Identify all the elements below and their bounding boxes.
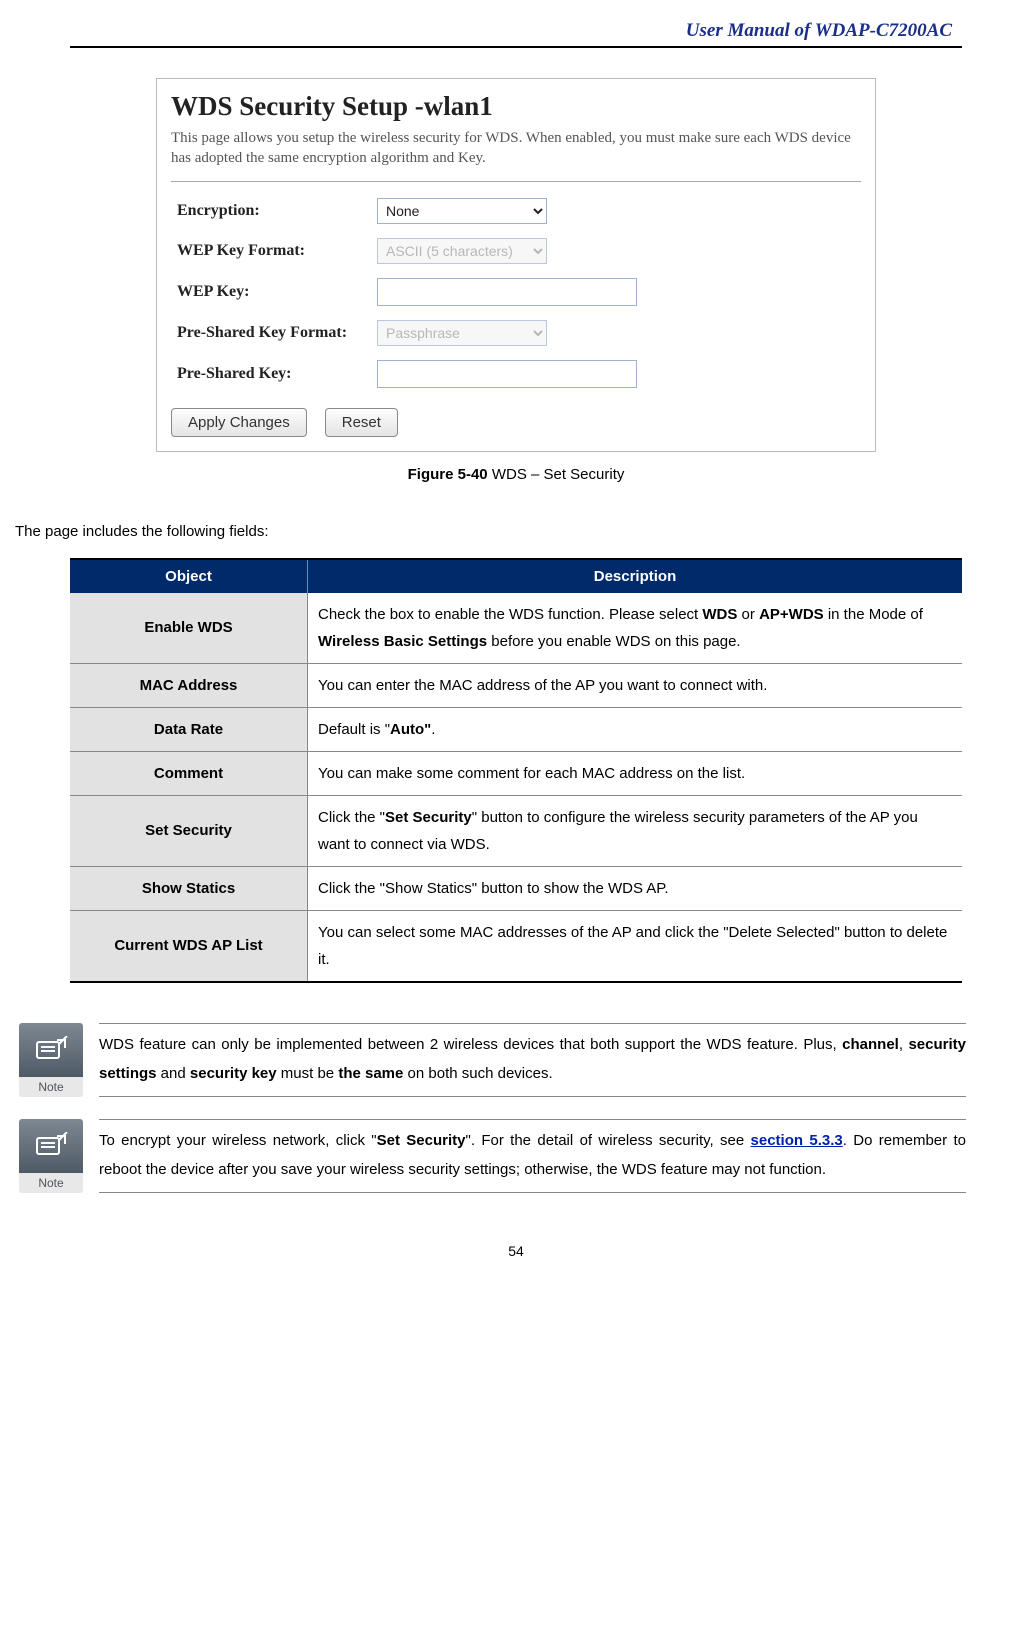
object-cell: Set Security xyxy=(70,795,308,866)
table-row: Current WDS AP ListYou can select some M… xyxy=(70,910,962,982)
note-box: Note To encrypt your wireless network, cl… xyxy=(15,1119,966,1193)
table-row: CommentYou can make some comment for eac… xyxy=(70,751,962,795)
note-icon: Note xyxy=(15,1119,87,1193)
lead-text: The page includes the following fields: xyxy=(15,523,962,540)
table-row: MAC AddressYou can enter the MAC address… xyxy=(70,663,962,707)
object-cell: Comment xyxy=(70,751,308,795)
object-cell: Enable WDS xyxy=(70,593,308,664)
panel-separator xyxy=(171,181,861,182)
encryption-label: Encryption: xyxy=(177,202,377,220)
note-label: Note xyxy=(19,1077,83,1097)
wep-format-label: WEP Key Format: xyxy=(177,242,377,260)
header-rule xyxy=(70,46,962,48)
note-label: Note xyxy=(19,1173,83,1193)
description-cell: Default is "Auto". xyxy=(308,707,963,751)
object-cell: Show Statics xyxy=(70,866,308,910)
table-row: Show StaticsClick the "Show Statics" but… xyxy=(70,866,962,910)
wep-key-label: WEP Key: xyxy=(177,283,377,301)
description-cell: Click the "Set Security" button to confi… xyxy=(308,795,963,866)
description-cell: Check the box to enable the WDS function… xyxy=(308,593,963,664)
note-icon: Note xyxy=(15,1023,87,1097)
description-cell: Click the "Show Statics" button to show … xyxy=(308,866,963,910)
description-cell: You can enter the MAC address of the AP … xyxy=(308,663,963,707)
table-row: Enable WDSCheck the box to enable the WD… xyxy=(70,593,962,664)
wep-format-select: ASCII (5 characters) xyxy=(377,238,547,264)
table-row: Set SecurityClick the "Set Security" but… xyxy=(70,795,962,866)
note-text: WDS feature can only be implemented betw… xyxy=(99,1023,966,1097)
reset-button[interactable]: Reset xyxy=(325,408,398,437)
figure-caption: Figure 5-40 WDS – Set Security xyxy=(70,466,962,483)
encryption-select[interactable]: None xyxy=(377,198,547,224)
th-description: Description xyxy=(308,559,963,593)
manual-title: User Manual of WDAP-C7200AC xyxy=(70,20,962,42)
page-number: 54 xyxy=(70,1243,962,1259)
description-cell: You can make some comment for each MAC a… xyxy=(308,751,963,795)
description-cell: You can select some MAC addresses of the… xyxy=(308,910,963,982)
wep-key-input[interactable] xyxy=(377,278,637,306)
wds-form: Encryption: None WEP Key Format: ASCII (… xyxy=(171,198,861,388)
table-row: Data RateDefault is "Auto". xyxy=(70,707,962,751)
panel-title: WDS Security Setup -wlan1 xyxy=(171,91,861,122)
fields-table: Object Description Enable WDSCheck the b… xyxy=(70,558,962,983)
th-object: Object xyxy=(70,559,308,593)
psk-format-select: Passphrase xyxy=(377,320,547,346)
psk-key-input[interactable] xyxy=(377,360,637,388)
psk-key-label: Pre-Shared Key: xyxy=(177,365,377,383)
note-text: To encrypt your wireless network, click … xyxy=(99,1119,966,1193)
object-cell: MAC Address xyxy=(70,663,308,707)
psk-format-label: Pre-Shared Key Format: xyxy=(177,324,377,342)
wds-security-screenshot: WDS Security Setup -wlan1 This page allo… xyxy=(156,78,876,452)
panel-intro: This page allows you setup the wireless … xyxy=(171,128,861,169)
note-box: Note WDS feature can only be implemented … xyxy=(15,1023,966,1097)
object-cell: Data Rate xyxy=(70,707,308,751)
apply-changes-button[interactable]: Apply Changes xyxy=(171,408,307,437)
object-cell: Current WDS AP List xyxy=(70,910,308,982)
